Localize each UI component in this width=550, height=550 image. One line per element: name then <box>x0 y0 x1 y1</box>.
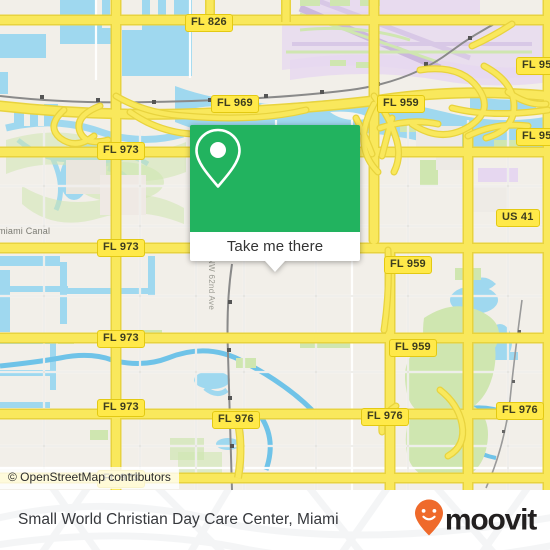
road-shield: US 41 <box>496 209 540 227</box>
street-name-label: NW 62nd Ave <box>207 258 216 311</box>
road-shield: FL 976 <box>496 402 544 420</box>
moovit-wordmark: moovit <box>444 503 537 536</box>
road-shield: FL 969 <box>211 95 259 113</box>
road-shield: FL 959 <box>384 256 432 274</box>
moovit-pin-svg <box>414 499 443 536</box>
road-shield: FL 95 <box>516 57 550 75</box>
moovit-smiley-pin-icon <box>414 499 444 542</box>
canal-label: miami Canal <box>0 226 51 236</box>
page-footer: Small World Christian Day Care Center, M… <box>0 490 550 550</box>
road-shield: FL 826 <box>185 14 233 32</box>
take-me-there-label: Take me there <box>226 238 324 255</box>
take-me-there-button[interactable]: Take me there <box>190 232 360 261</box>
osm-attribution-text: © OpenStreetMap contributors <box>8 470 171 484</box>
road-shield: FL 973 <box>97 399 145 417</box>
map-canvas[interactable]: FL 826 FL 969 FL 959 FL 95 FL 95 FL 973 … <box>0 0 550 490</box>
road-shield: FL 959 <box>389 339 437 357</box>
popup-tail <box>265 261 285 272</box>
popup-pin-area[interactable] <box>190 125 360 232</box>
road-shield: FL 976 <box>361 408 409 426</box>
moovit-map-page: FL 826 FL 969 FL 959 FL 95 FL 95 FL 973 … <box>0 0 550 550</box>
road-shield: FL 976 <box>212 411 260 429</box>
place-popup-card[interactable]: Take me there <box>190 125 360 272</box>
road-shield: FL 959 <box>377 95 425 113</box>
page-title: Small World Christian Day Care Center, M… <box>18 511 339 528</box>
osm-attribution[interactable]: © OpenStreetMap contributors <box>0 467 179 489</box>
road-shield: FL 973 <box>97 239 145 257</box>
road-shield: FL 95 <box>516 128 550 146</box>
location-pin-svg <box>195 128 241 188</box>
road-shield: FL 973 <box>97 330 145 348</box>
road-shield: FL 973 <box>97 142 145 160</box>
moovit-logo[interactable]: moovit <box>414 499 537 542</box>
